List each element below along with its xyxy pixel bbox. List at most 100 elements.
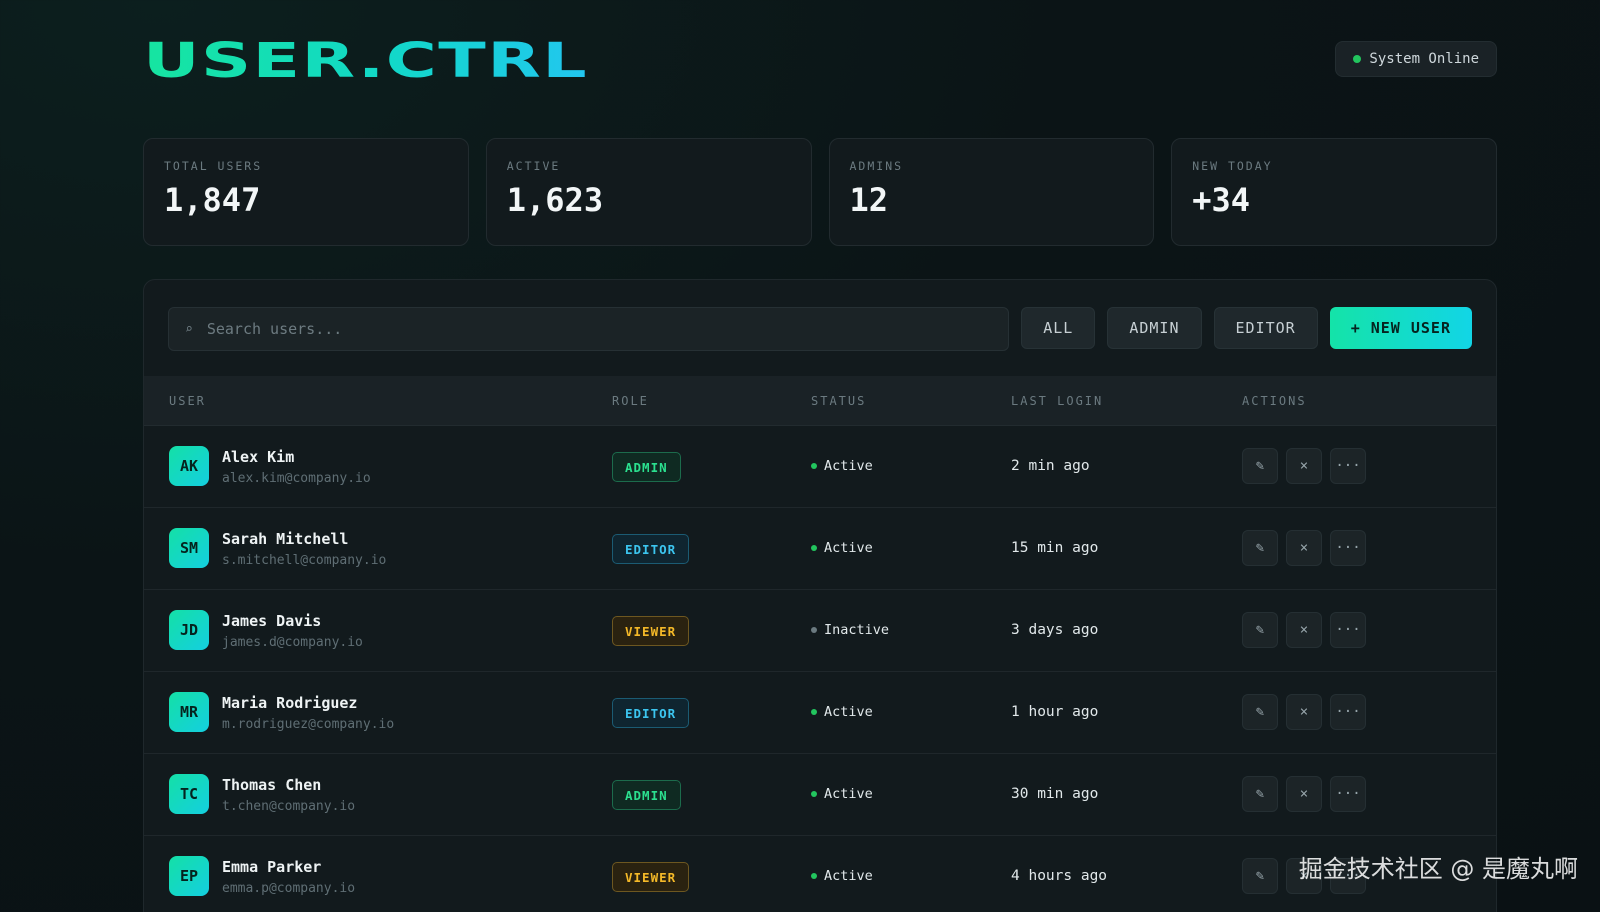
- edit-icon[interactable]: ✎: [1242, 858, 1278, 894]
- new-user-button[interactable]: + NEW USER: [1329, 307, 1472, 349]
- role-badge: EDITOR: [612, 534, 690, 564]
- stat-label: ADMINS: [849, 159, 904, 173]
- status-dot-icon: [811, 791, 817, 797]
- last-login: 2 min ago: [1011, 458, 1090, 474]
- status-label: Active: [824, 786, 873, 802]
- user-email: t.chen@company.io: [222, 799, 356, 814]
- stat-card-active: ACTIVE 1,623: [485, 138, 812, 246]
- stat-card-total-users: TOTAL USERS 1,847: [143, 138, 469, 246]
- delete-icon[interactable]: ×: [1286, 694, 1322, 730]
- stat-value: 12: [849, 181, 889, 219]
- last-login: 4 hours ago: [1011, 868, 1108, 884]
- filter-admin-button[interactable]: ADMIN: [1107, 307, 1202, 349]
- row-actions: ✎ × ···: [1242, 776, 1366, 812]
- system-status-badge: System Online: [1335, 41, 1497, 77]
- search-box[interactable]: ⌕: [168, 307, 1010, 351]
- user-email: alex.kim@company.io: [222, 471, 371, 486]
- status-dot-icon: [811, 873, 817, 879]
- status-label: Active: [824, 868, 873, 884]
- status-indicator: Active: [811, 786, 873, 802]
- table-row[interactable]: AK Alex Kim alex.kim@company.io ADMIN Ac…: [144, 426, 1496, 508]
- row-actions: ✎ × ···: [1242, 694, 1366, 730]
- role-badge: VIEWER: [612, 862, 690, 892]
- last-login: 15 min ago: [1011, 540, 1099, 556]
- stat-label: NEW TODAY: [1192, 159, 1273, 173]
- status-label: Inactive: [824, 622, 890, 638]
- stat-value: 1,847: [164, 181, 261, 219]
- table-body: AK Alex Kim alex.kim@company.io ADMIN Ac…: [144, 426, 1496, 912]
- stat-value: +34: [1192, 181, 1251, 219]
- search-input[interactable]: [206, 320, 993, 338]
- row-actions: ✎ × ···: [1242, 530, 1366, 566]
- user-email: m.rodriguez@company.io: [222, 717, 395, 732]
- table-row[interactable]: MR Maria Rodriguez m.rodriguez@company.i…: [144, 672, 1496, 754]
- role-badge: ADMIN: [612, 780, 681, 810]
- user-email: james.d@company.io: [222, 635, 363, 650]
- avatar: JD: [169, 610, 209, 650]
- table-row[interactable]: JD James Davis james.d@company.io VIEWER…: [144, 590, 1496, 672]
- status-dot-icon: [1353, 55, 1362, 63]
- more-icon[interactable]: ···: [1330, 776, 1366, 812]
- stat-card-new-today: NEW TODAY +34: [1171, 138, 1497, 246]
- filter-editor-button[interactable]: EDITOR: [1213, 307, 1318, 349]
- status-dot-icon: [811, 463, 817, 469]
- status-label: Active: [824, 704, 873, 720]
- column-header-role: ROLE: [612, 394, 649, 408]
- avatar: AK: [169, 446, 209, 486]
- watermark: 掘金技术社区 @ 是魔丸啊: [1298, 855, 1578, 883]
- stat-value: 1,623: [506, 181, 604, 219]
- column-header-actions: ACTIONS: [1242, 394, 1307, 408]
- user-name: Maria Rodriguez: [222, 694, 358, 712]
- last-login: 3 days ago: [1011, 622, 1099, 638]
- status-dot-icon: [811, 545, 817, 551]
- role-badge: EDITOR: [612, 698, 690, 728]
- last-login: 30 min ago: [1011, 786, 1099, 802]
- edit-icon[interactable]: ✎: [1242, 448, 1278, 484]
- status-dot-icon: [811, 627, 817, 633]
- row-actions: ✎ × ···: [1242, 612, 1366, 648]
- status-indicator: Active: [811, 540, 873, 556]
- edit-icon[interactable]: ✎: [1242, 612, 1278, 648]
- table-row[interactable]: EP Emma Parker emma.p@company.io VIEWER …: [144, 836, 1496, 912]
- more-icon[interactable]: ···: [1330, 530, 1366, 566]
- more-icon[interactable]: ···: [1330, 448, 1366, 484]
- delete-icon[interactable]: ×: [1286, 612, 1322, 648]
- avatar: TC: [169, 774, 209, 814]
- filter-all-button[interactable]: ALL: [1021, 307, 1096, 349]
- delete-icon[interactable]: ×: [1286, 530, 1322, 566]
- delete-icon[interactable]: ×: [1286, 448, 1322, 484]
- table-row[interactable]: TC Thomas Chen t.chen@company.io ADMIN A…: [144, 754, 1496, 836]
- table-row[interactable]: SM Sarah Mitchell s.mitchell@company.io …: [144, 508, 1496, 590]
- avatar: MR: [169, 692, 209, 732]
- role-badge: VIEWER: [612, 616, 690, 646]
- app-logo: USER.CTRL: [143, 33, 589, 89]
- status-indicator: Active: [811, 458, 873, 474]
- user-email: s.mitchell@company.io: [222, 553, 387, 568]
- last-login: 1 hour ago: [1011, 704, 1099, 720]
- edit-icon[interactable]: ✎: [1242, 530, 1278, 566]
- column-header-last-login: LAST LOGIN: [1011, 394, 1104, 408]
- stat-card-admins: ADMINS 12: [828, 138, 1155, 246]
- edit-icon[interactable]: ✎: [1242, 776, 1278, 812]
- user-email: emma.p@company.io: [222, 881, 356, 896]
- user-name: Emma Parker: [222, 858, 322, 876]
- more-icon[interactable]: ···: [1330, 612, 1366, 648]
- stats-row: TOTAL USERS 1,847 ACTIVE 1,623 ADMINS 12…: [143, 138, 1497, 246]
- column-header-user: USER: [169, 394, 206, 408]
- header: USER.CTRL System Online: [143, 36, 1497, 86]
- user-name: Thomas Chen: [222, 776, 322, 794]
- status-indicator: Active: [811, 704, 873, 720]
- row-actions: ✎ × ···: [1242, 448, 1366, 484]
- avatar: EP: [169, 856, 209, 896]
- status-label: Active: [824, 458, 873, 474]
- edit-icon[interactable]: ✎: [1242, 694, 1278, 730]
- stat-label: TOTAL USERS: [164, 159, 263, 173]
- status-label: Active: [824, 540, 873, 556]
- delete-icon[interactable]: ×: [1286, 776, 1322, 812]
- column-header-status: STATUS: [811, 394, 867, 408]
- stat-label: ACTIVE: [506, 159, 561, 173]
- user-name: Alex Kim: [222, 448, 295, 466]
- more-icon[interactable]: ···: [1330, 694, 1366, 730]
- avatar: SM: [169, 528, 209, 568]
- toolbar: ⌕ ALL ADMIN EDITOR + NEW USER: [168, 307, 1472, 351]
